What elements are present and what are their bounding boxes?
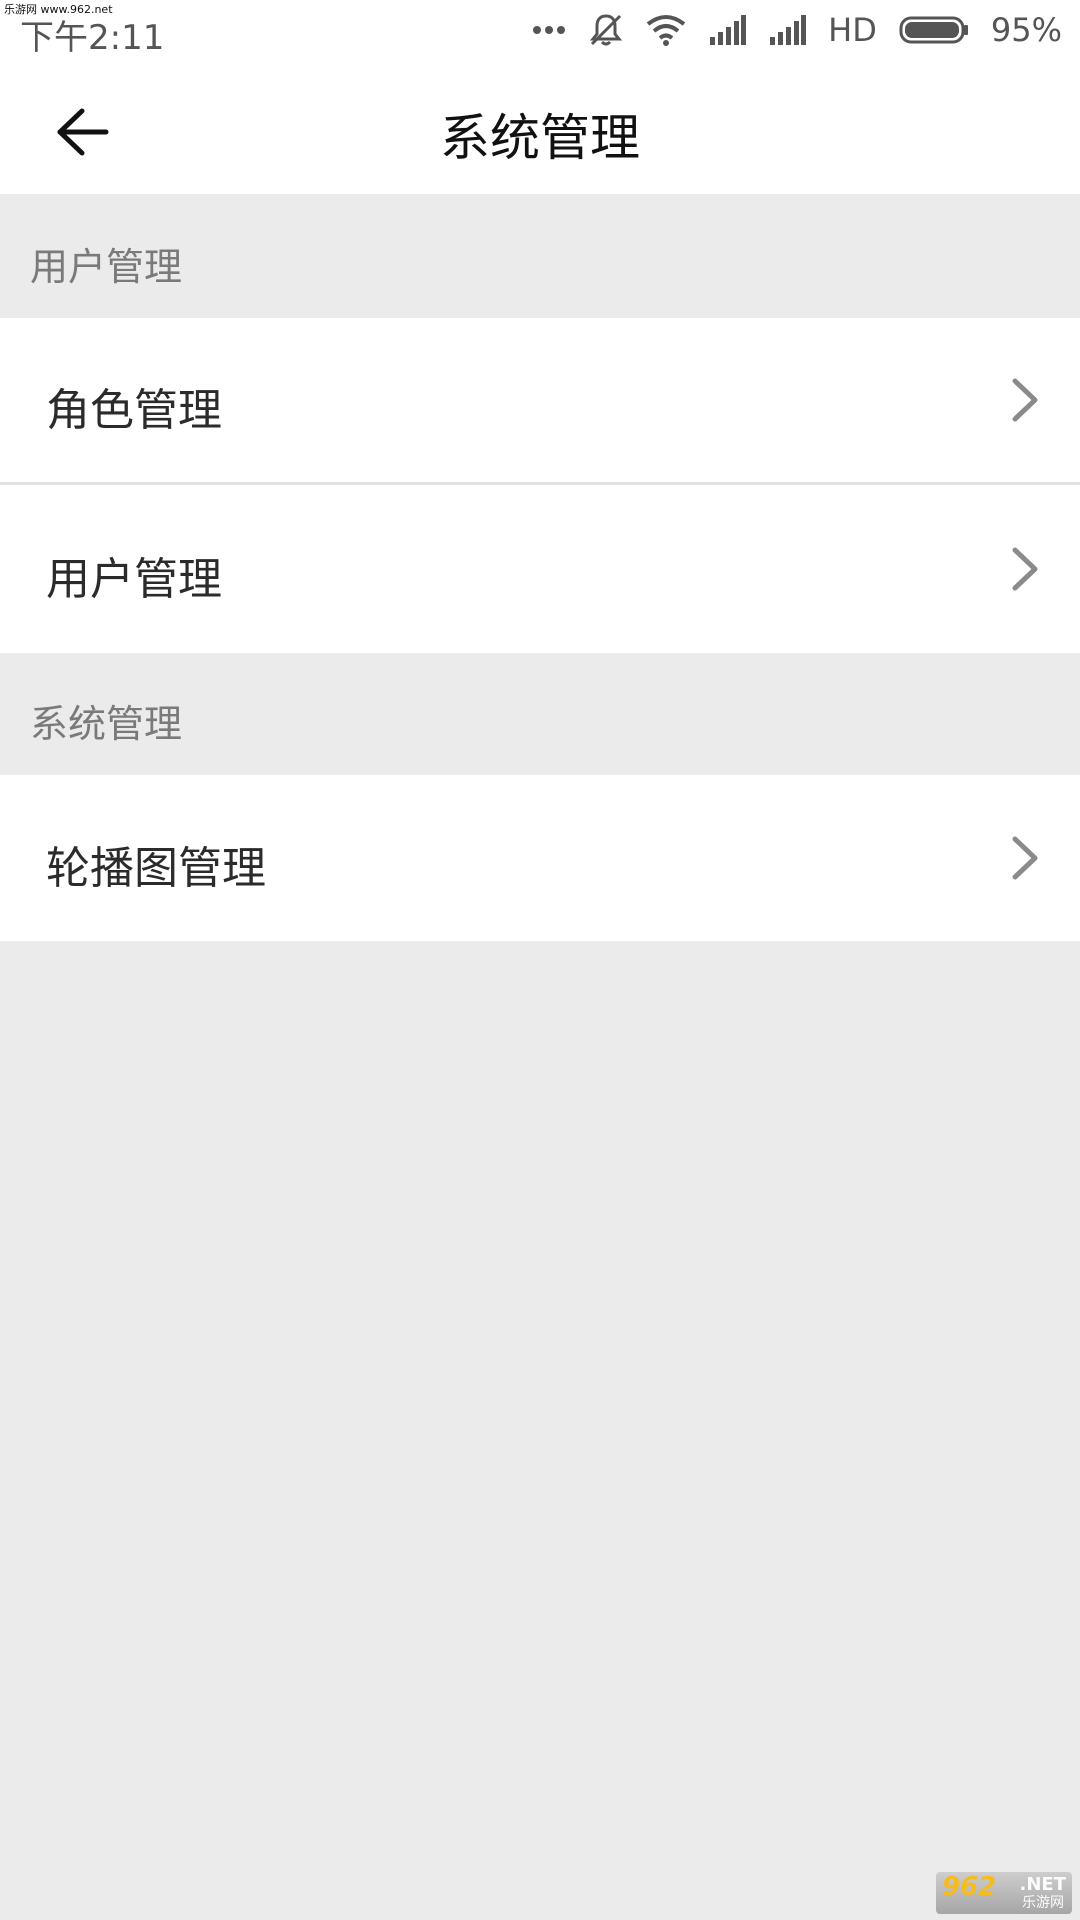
signal-icon <box>768 15 807 45</box>
section-header-system-management: 系统管理 <box>0 653 1080 775</box>
site-watermark: 乐游网 www.962.net <box>4 3 113 16</box>
chevron-right-icon <box>1012 378 1038 422</box>
list-item-label: 用户管理 <box>46 554 222 605</box>
chevron-right-icon <box>1012 836 1038 880</box>
more-dots-icon <box>532 24 566 36</box>
section-header-label: 系统管理 <box>30 702 183 746</box>
status-time: 下午2:11 <box>20 18 165 58</box>
network-type-label: HD <box>828 11 877 49</box>
wifi-icon <box>646 14 686 46</box>
battery-percent: 95% <box>990 11 1062 49</box>
signal-icon <box>708 15 747 45</box>
app-bar: 系统管理 <box>0 62 1080 194</box>
section-header-user-management: 用户管理 <box>0 194 1080 318</box>
brand-logo-main: 962 <box>942 1872 997 1902</box>
list-item-carousel-management[interactable]: 轮播图管理 <box>0 775 1080 941</box>
brand-logo-sub: 乐游网 <box>1022 1895 1064 1911</box>
mute-notification-icon <box>588 12 624 48</box>
brand-watermark-logo: 962 .NET 乐游网 <box>936 1872 1072 1914</box>
section-header-label: 用户管理 <box>30 245 183 289</box>
status-bar: 下午2:11 HD 95% <box>0 0 1080 62</box>
chevron-right-icon <box>1012 547 1038 591</box>
page-title: 系统管理 <box>440 109 640 167</box>
list-item-label: 轮播图管理 <box>46 843 266 894</box>
list-item-label: 角色管理 <box>46 385 222 436</box>
battery-icon <box>899 16 969 44</box>
list-item-role-management[interactable]: 角色管理 <box>0 318 1080 482</box>
list-item-user-management[interactable]: 用户管理 <box>0 485 1080 653</box>
status-icons: HD 95% <box>532 8 1062 52</box>
